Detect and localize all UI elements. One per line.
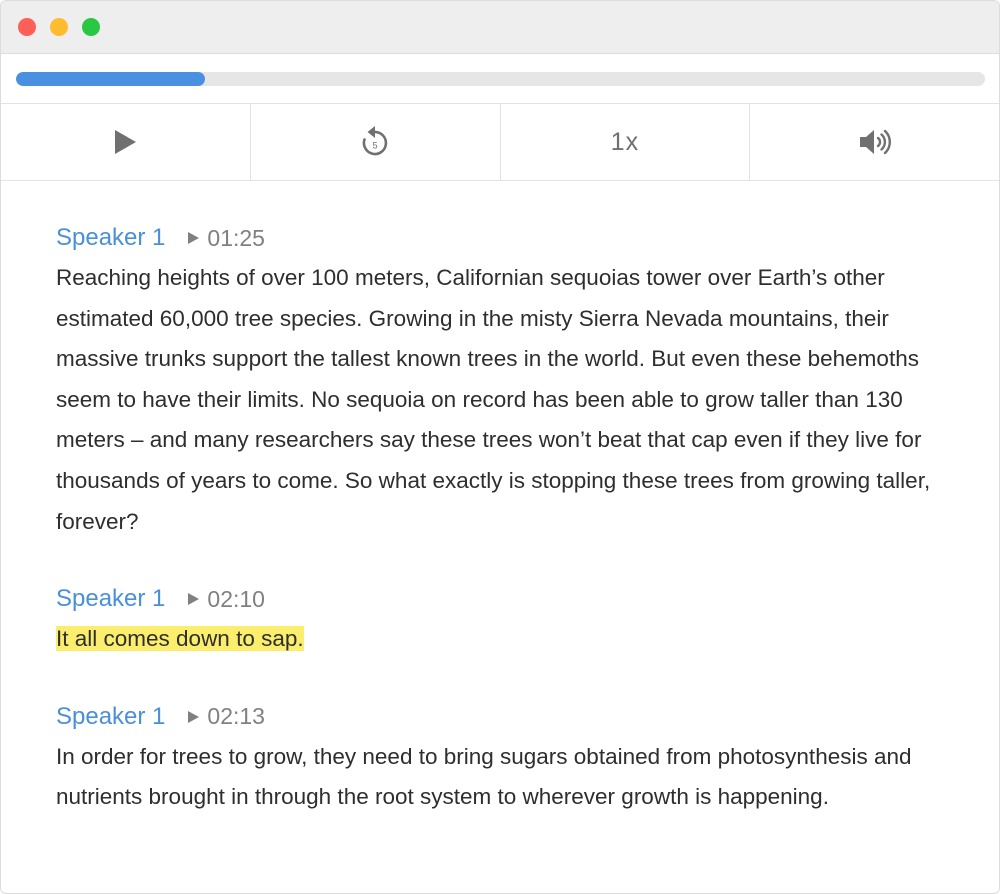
timestamp-link[interactable]: 02:10 bbox=[187, 586, 265, 613]
timestamp-link[interactable]: 02:13 bbox=[187, 703, 265, 730]
paragraph-text: Reaching heights of over 100 meters, Cal… bbox=[56, 265, 931, 534]
minimize-window-button[interactable] bbox=[50, 18, 68, 36]
title-bar bbox=[1, 1, 999, 54]
speaker-name[interactable]: Speaker 1 bbox=[56, 703, 165, 731]
timestamp-link[interactable]: 01:25 bbox=[187, 225, 265, 252]
close-window-button[interactable] bbox=[18, 18, 36, 36]
timestamp: 02:13 bbox=[207, 703, 265, 730]
speed-label: 1x bbox=[610, 127, 640, 156]
timestamp: 02:10 bbox=[207, 585, 265, 612]
play-small-icon bbox=[188, 593, 200, 606]
rewind-5-icon: 5 bbox=[362, 126, 388, 156]
transcript-block: Speaker 1 02:13 In order for trees to grow… bbox=[56, 700, 944, 818]
transcript-paragraph: It all comes down to sap. bbox=[56, 619, 944, 660]
progress-fill bbox=[16, 72, 205, 86]
transcript-block: Speaker 1 02:10 It all comes down to sap. bbox=[56, 582, 944, 660]
play-small-icon bbox=[188, 710, 200, 723]
app-window: 5 1x Speaker 1 01:25 Reaching heights of o… bbox=[0, 0, 1000, 894]
volume-icon bbox=[859, 129, 891, 155]
block-header: Speaker 1 01:25 bbox=[56, 221, 944, 255]
transcript-block: Speaker 1 01:25 Reaching heights of over 1… bbox=[56, 221, 944, 542]
maximize-window-button[interactable] bbox=[82, 18, 100, 36]
play-small-icon bbox=[188, 232, 200, 244]
highlighted-text: It all comes down to sap. bbox=[56, 626, 304, 652]
speaker-name[interactable]: Speaker 1 bbox=[56, 224, 165, 252]
transcript-paragraph: Reaching heights of over 100 meters, Cal… bbox=[56, 258, 944, 542]
volume-button[interactable] bbox=[750, 104, 999, 180]
rewind-5-button[interactable]: 5 bbox=[251, 104, 501, 180]
speed-button[interactable]: 1x bbox=[501, 104, 751, 180]
play-button[interactable] bbox=[1, 104, 251, 180]
transcript: Speaker 1 01:25 Reaching heights of over 1… bbox=[1, 181, 999, 818]
player-controls: 5 1x bbox=[1, 104, 999, 181]
svg-text:5: 5 bbox=[373, 141, 378, 151]
block-header: Speaker 1 02:10 bbox=[56, 582, 944, 616]
speaker-name[interactable]: Speaker 1 bbox=[56, 585, 165, 613]
block-header: Speaker 1 02:13 bbox=[56, 700, 944, 734]
paragraph-text: In order for trees to grow, they need to… bbox=[56, 743, 912, 810]
transcript-paragraph: In order for trees to grow, they need to… bbox=[56, 737, 944, 818]
progress-area bbox=[1, 54, 999, 104]
progress-bar[interactable] bbox=[16, 72, 985, 86]
play-icon bbox=[115, 130, 137, 154]
timestamp: 01:25 bbox=[207, 224, 265, 251]
